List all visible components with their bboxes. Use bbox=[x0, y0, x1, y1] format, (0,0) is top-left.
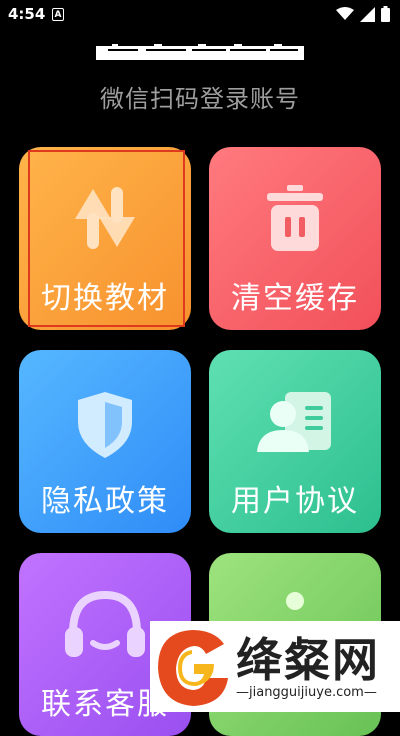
watermark-logo bbox=[158, 630, 228, 706]
clear-cache-button[interactable]: 清空缓存 bbox=[209, 147, 381, 330]
account-name-redacted bbox=[94, 42, 306, 60]
watermark-url: —jiangguijiuye.com— bbox=[236, 685, 377, 700]
tile-label: 用户协议 bbox=[231, 484, 359, 519]
headset-icon bbox=[65, 590, 145, 657]
switch-textbook-button[interactable]: 切换教材 bbox=[19, 147, 191, 330]
watermark-text: 绛粲网 bbox=[236, 633, 380, 687]
battery-icon bbox=[381, 6, 390, 22]
tile-label: 隐私政策 bbox=[41, 484, 169, 519]
tile-label: 清空缓存 bbox=[231, 281, 359, 316]
user-agreement-button[interactable]: 用户协议 bbox=[209, 350, 381, 533]
status-bar: 4:54 A bbox=[0, 0, 400, 30]
login-hint: 微信扫码登录账号 bbox=[100, 85, 300, 113]
signal-icon bbox=[360, 6, 375, 22]
user-card-icon bbox=[257, 392, 331, 452]
status-time: 4:54 bbox=[8, 5, 46, 23]
tile-label: 切换教材 bbox=[41, 281, 169, 316]
privacy-policy-button[interactable]: 隐私政策 bbox=[19, 350, 191, 533]
wifi-icon bbox=[336, 7, 354, 20]
status-icons bbox=[336, 6, 390, 22]
shield-icon bbox=[78, 392, 132, 458]
site-watermark: 绛粲网 —jiangguijiuye.com— bbox=[150, 621, 400, 712]
swap-icon bbox=[75, 187, 135, 249]
notification-badge-icon: A bbox=[52, 8, 64, 21]
trash-icon bbox=[267, 185, 323, 251]
